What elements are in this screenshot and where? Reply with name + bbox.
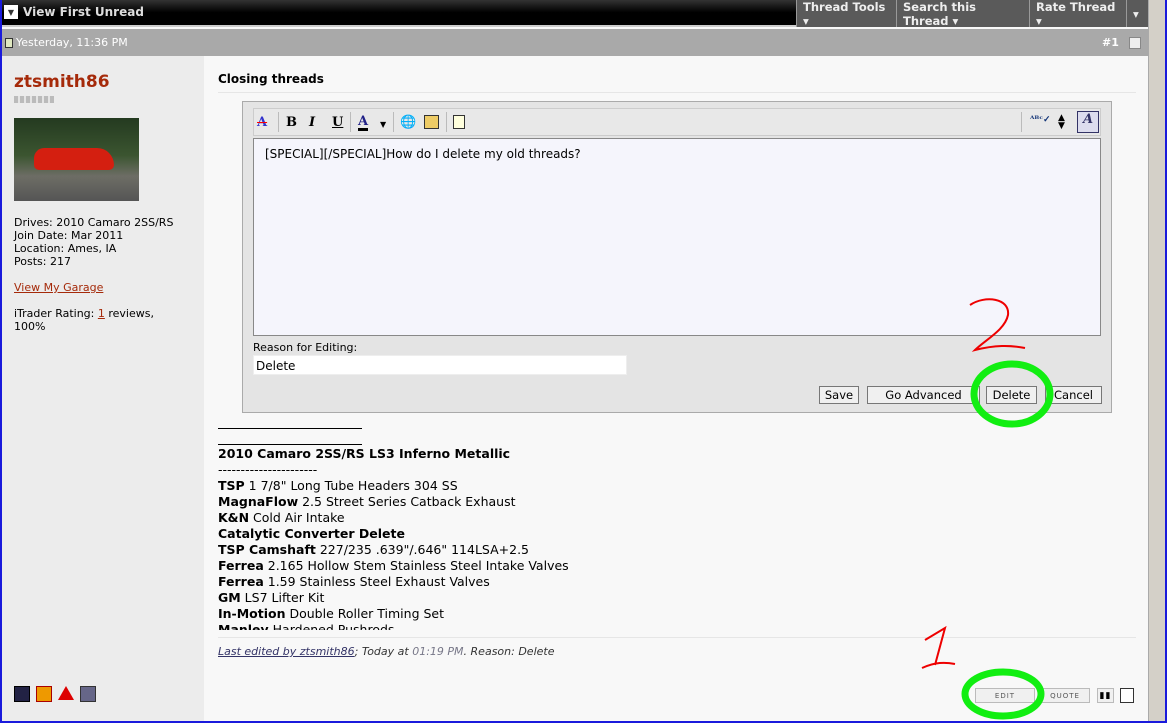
signature-item-brand: Manley: [218, 622, 269, 630]
rate-thread-menu[interactable]: Rate Thread ▾: [1029, 0, 1126, 28]
signature-item-text: Cold Air Intake: [249, 510, 345, 525]
go-advanced-button[interactable]: Go Advanced: [867, 386, 980, 404]
signature-item-brand: GM: [218, 590, 241, 605]
car-image: [34, 148, 114, 170]
image-icon[interactable]: [424, 115, 439, 129]
reputation-bar: [14, 96, 54, 103]
reason-input[interactable]: Delete: [253, 355, 627, 375]
signature-item: Ferrea 2.165 Hollow Stem Stainless Steel…: [218, 558, 718, 574]
remove-format-icon[interactable]: A: [257, 115, 267, 130]
signature-item: In-Motion Double Roller Timing Set: [218, 606, 718, 622]
avatar: [14, 118, 139, 201]
signature-item: K&N Cold Air Intake: [218, 510, 718, 526]
quote-button[interactable]: QUOTE: [1040, 688, 1090, 703]
signature-item-brand: TSP: [218, 478, 245, 493]
quick-reply-icon[interactable]: [1120, 688, 1134, 703]
signature-dashes: ----------------------: [218, 462, 318, 477]
signature-divider: [218, 428, 362, 429]
more-menu[interactable]: ▾: [1126, 0, 1148, 27]
link-icon[interactable]: 🌐: [400, 115, 416, 130]
edited-reason: . Reason: Delete: [463, 645, 555, 658]
signature-item-brand: Ferrea: [218, 574, 264, 589]
cancel-button[interactable]: Cancel: [1045, 386, 1102, 404]
bold-icon[interactable]: B: [286, 115, 297, 130]
user-posts: Posts: 217: [14, 255, 71, 268]
infraction-icon[interactable]: [36, 686, 52, 702]
signature-item-text: 1 7/8" Long Tube Headers 304 SS: [244, 478, 458, 493]
message-textarea[interactable]: [SPECIAL][/SPECIAL]How do I delete my ol…: [253, 138, 1101, 336]
underline-icon[interactable]: U: [332, 115, 343, 130]
signature-item-brand: MagnaFlow: [218, 494, 299, 509]
spellcheck-icon[interactable]: ᴬᴮᶜ✓: [1030, 115, 1051, 125]
last-edited-note: Last edited by ztsmith86; Today at 01:19…: [218, 645, 554, 658]
user-drives: Drives: 2010 Camaro 2SS/RS: [14, 216, 174, 229]
post-header: Yesterday, 11:36 PM #1: [0, 29, 1148, 56]
edit-button[interactable]: EDIT: [975, 688, 1035, 703]
chevron-down-icon[interactable]: ▼: [380, 119, 386, 129]
edited-today: ; Today at: [354, 645, 413, 658]
search-thread-menu[interactable]: Search this Thread ▾: [896, 0, 1029, 28]
post-icon: [5, 37, 13, 48]
signature-item-brand: In-Motion: [218, 606, 286, 621]
post-title: Closing threads: [218, 72, 324, 86]
signature-item-text: 2.5 Street Series Catback Exhaust: [298, 494, 516, 509]
edited-time: 01:19 PM: [412, 645, 464, 658]
signature-divider: [218, 444, 362, 445]
signature: 2010 Camaro 2SS/RS LS3 Inferno Metallic …: [218, 446, 718, 630]
delete-button[interactable]: Delete: [986, 386, 1037, 404]
verified-icon[interactable]: [14, 686, 30, 702]
signature-item: TSP Camshaft 227/235 .639"/.646" 114LSA+…: [218, 542, 718, 558]
user-join-date: Join Date: Mar 2011: [14, 229, 124, 242]
quote-icon[interactable]: [453, 115, 465, 129]
select-post-checkbox[interactable]: [1129, 37, 1141, 49]
view-garage-link[interactable]: View My Garage: [14, 281, 174, 294]
report-icon[interactable]: [58, 686, 74, 700]
itrader-label: iTrader Rating:: [14, 307, 98, 320]
signature-heading: 2010 Camaro 2SS/RS LS3 Inferno Metallic: [218, 446, 511, 461]
view-first-unread-link[interactable]: ▼ View First Unread: [4, 5, 144, 19]
thread-tools-menu[interactable]: Thread Tools ▾: [796, 0, 896, 28]
itrader-count-link[interactable]: 1: [98, 307, 105, 320]
save-button[interactable]: Save: [819, 386, 859, 404]
font-color-icon[interactable]: A: [358, 115, 369, 131]
post-date: Yesterday, 11:36 PM: [16, 36, 128, 49]
user-action-icons: [14, 686, 96, 702]
view-first-unread-label: View First Unread: [23, 5, 144, 19]
signature-item-brand: Catalytic Converter Delete: [218, 526, 405, 541]
resize-icon[interactable]: ▲ ▼: [1058, 114, 1065, 131]
signature-item-text: 1.59 Stainless Steel Exhaust Valves: [263, 574, 490, 589]
italic-icon[interactable]: I: [309, 115, 315, 130]
signature-item-text: 227/235 .639"/.646" 114LSA+2.5: [315, 542, 529, 557]
last-edited-by-link[interactable]: Last edited by ztsmith86: [218, 645, 355, 658]
switch-editor-mode-icon[interactable]: A: [1077, 111, 1099, 133]
signature-item-text: LS7 Lifter Kit: [240, 590, 325, 605]
reason-label: Reason for Editing:: [253, 341, 358, 354]
divider: [218, 92, 1136, 93]
signature-item: Manley Hardened Pushrods: [218, 622, 718, 630]
editor-toolbar: A B I U A ▼ 🌐 ᴬᴮᶜ✓ ▲ ▼ A: [253, 108, 1101, 136]
signature-item-text: Hardened Pushrods: [268, 622, 395, 630]
thread-toolbar: ▼ View First Unread Thread Tools ▾ Search…: [0, 0, 1148, 28]
signature-item: GM LS7 Lifter Kit: [218, 590, 718, 606]
ip-icon[interactable]: [80, 686, 96, 702]
user-info: Drives: 2010 Camaro 2SS/RS Join Date: Ma…: [14, 216, 174, 333]
signature-item-brand: K&N: [218, 510, 250, 525]
signature-item: Catalytic Converter Delete: [218, 526, 718, 542]
chevron-down-icon: ▼: [4, 5, 18, 19]
signature-item: Ferrea 1.59 Stainless Steel Exhaust Valv…: [218, 574, 718, 590]
signature-item: MagnaFlow 2.5 Street Series Catback Exha…: [218, 494, 718, 510]
signature-item-brand: TSP Camshaft: [218, 542, 316, 557]
post-number[interactable]: #1: [1102, 36, 1119, 49]
username[interactable]: ztsmith86: [14, 72, 110, 92]
user-location: Location: Ames, IA: [14, 242, 117, 255]
signature-item-text: 2.165 Hollow Stem Stainless Steel Intake…: [263, 558, 569, 573]
scrollbar[interactable]: [1148, 0, 1167, 723]
divider: [218, 637, 1136, 638]
signature-item: TSP 1 7/8" Long Tube Headers 304 SS: [218, 478, 718, 494]
signature-item-text: Double Roller Timing Set: [285, 606, 445, 621]
signature-item-brand: Ferrea: [218, 558, 264, 573]
multiquote-button[interactable]: ▮▮: [1097, 688, 1114, 703]
